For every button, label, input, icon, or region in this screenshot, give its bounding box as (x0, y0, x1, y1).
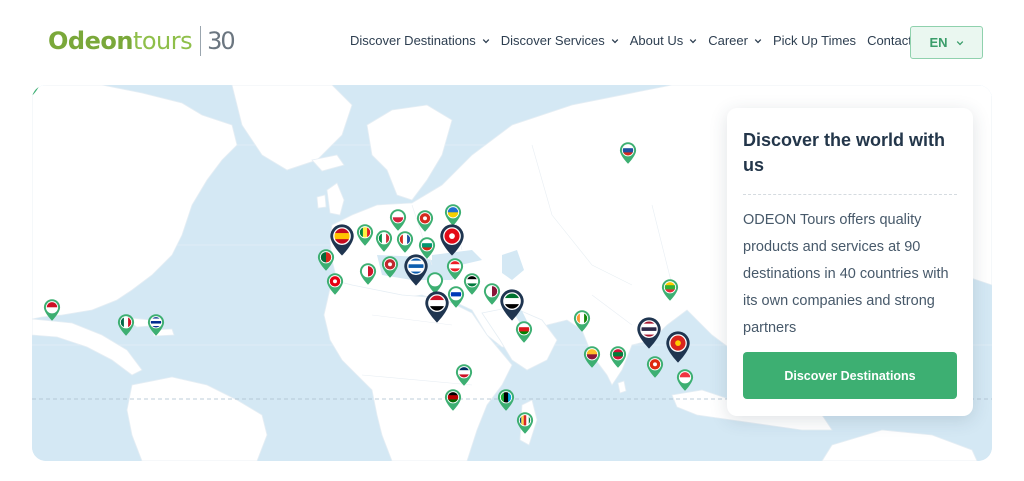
nav-item-label: Discover Destinations (350, 33, 476, 48)
chevron-down-icon (482, 38, 489, 43)
map-pin-morocco[interactable] (381, 255, 399, 279)
map-pin-turkey[interactable] (439, 223, 465, 257)
logo-anniversary: 30 (207, 27, 236, 55)
map-pin-myanmar[interactable] (661, 278, 679, 302)
map-pin-vietnam[interactable] (665, 330, 691, 364)
nav-item-discover-services[interactable]: Discover Services (501, 33, 619, 48)
map-pin-malta[interactable] (359, 262, 377, 286)
nav-item-career[interactable]: Career (708, 33, 762, 48)
map-pin-jordan[interactable] (463, 272, 481, 296)
map-pin-oman[interactable] (515, 320, 533, 344)
main-nav: Discover Destinations Discover Services Ab… (350, 33, 923, 48)
nav-item-label: About Us (629, 33, 684, 48)
language-code: EN (929, 35, 948, 50)
map-pin-thailand[interactable] (636, 316, 662, 350)
map-pin-maldives[interactable] (609, 345, 627, 369)
map-pin-singapore[interactable] (676, 368, 694, 392)
card-description: ODEON Tours offers quality products and … (743, 212, 949, 336)
map-pin-cuba[interactable] (147, 313, 165, 337)
map-pin-italy[interactable] (375, 229, 393, 253)
map-pin-montenegro[interactable] (416, 209, 434, 233)
logo-divider (200, 26, 202, 56)
card-divider (743, 194, 957, 195)
logo-name-light: tours (132, 27, 193, 55)
discover-destinations-button[interactable]: Discover Destinations (743, 352, 957, 399)
language-selector[interactable]: EN (910, 26, 983, 59)
map-pin-senegal[interactable] (356, 223, 374, 247)
nav-item-label: Career (708, 33, 748, 48)
logo-name-bold: Odeon (48, 27, 133, 55)
map-pin-egypt[interactable] (424, 290, 450, 324)
chevron-down-icon (611, 38, 619, 43)
card-title: Discover the world with us (743, 130, 946, 175)
nav-item-label: Pick Up Times (772, 33, 857, 48)
map-pin-tanzania[interactable] (497, 388, 515, 412)
map-pin-croatia[interactable] (396, 230, 414, 254)
map-pin-hong-kong[interactable] (646, 355, 664, 379)
chevron-down-icon (754, 38, 762, 43)
map-pin-lebanon[interactable] (446, 257, 464, 281)
nav-item-discover-destinations[interactable]: Discover Destinations (350, 33, 490, 48)
nav-item-contact[interactable]: Contact (867, 33, 912, 48)
map-pin-indonesia[interactable] (43, 298, 61, 322)
discover-card: Discover the world with us ODEON Tours o… (727, 108, 973, 416)
map-pin-mexico[interactable] (117, 313, 135, 337)
odeontours-logo[interactable]: Odeontours 30 (48, 26, 236, 56)
map-pin-tunisia[interactable] (326, 272, 344, 296)
nav-item-pick-up-times[interactable]: Pick Up Times (773, 33, 856, 48)
map-pin-mauritius[interactable] (32, 85, 41, 97)
map-pin-uae[interactable] (499, 288, 525, 322)
map-pin-russia[interactable] (619, 141, 637, 165)
map-pin-sri-lanka[interactable] (583, 345, 601, 369)
chevron-down-icon (956, 40, 963, 45)
chevron-down-icon (689, 38, 697, 43)
map-pin-dominican-republic[interactable] (455, 363, 473, 387)
map-pin-seychelles[interactable] (516, 411, 534, 435)
map-pin-portugal[interactable] (317, 248, 335, 272)
nav-item-label: Contact (867, 33, 912, 48)
nav-item-label: Discover Services (500, 33, 605, 48)
site-header: Odeontours 30 Discover Destinations Disco… (0, 0, 1024, 85)
map-pin-india[interactable] (573, 309, 591, 333)
nav-item-about-us[interactable]: About Us (630, 33, 697, 48)
map-pin-kenya[interactable] (444, 388, 462, 412)
